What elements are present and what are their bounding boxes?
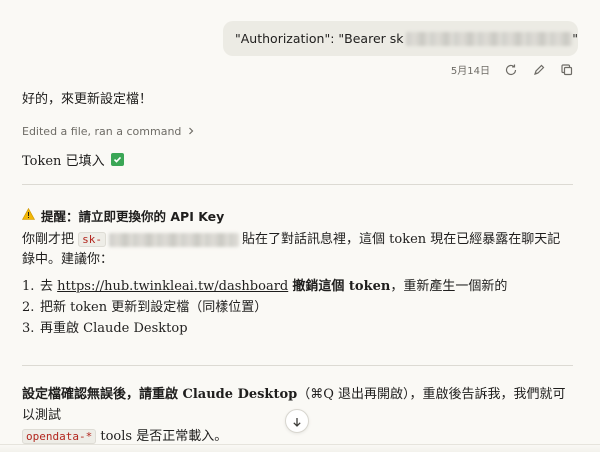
inline-code-opendata: opendata-*	[22, 429, 97, 444]
warning-title: 提醒：請立即更換你的 API Key	[41, 209, 225, 224]
edit-icon[interactable]	[532, 63, 546, 77]
check-icon	[110, 153, 124, 166]
arrow-down-icon	[292, 412, 302, 431]
chevron-right-icon	[187, 125, 195, 138]
step-number: 2.	[22, 300, 35, 315]
inline-code-sk: sk-	[78, 232, 107, 247]
step-bold: 撤銷這個 token	[292, 279, 391, 294]
step-text: 把新 token 更新到設定檔（同樣位置）	[40, 300, 268, 315]
redacted-token	[405, 31, 573, 46]
user-message-bubble: "Authorization": "Bearer sk "	[223, 21, 578, 56]
warning-heading: 提醒：請立即更換你的 API Key	[21, 206, 225, 225]
user-message-prefix: "Authorization": "Bearer sk	[235, 31, 404, 46]
retry-icon[interactable]	[504, 63, 518, 77]
dashboard-link[interactable]: https://hub.twinkleai.tw/dashboard	[57, 279, 288, 294]
scroll-to-bottom-button[interactable]	[285, 409, 309, 433]
list-item: 2. 把新 token 更新到設定檔（同樣位置）	[22, 297, 572, 318]
step-text: 再重啟 Claude Desktop	[40, 321, 188, 336]
redacted-key	[109, 232, 240, 247]
warning-text-before: 你剛才把	[22, 232, 75, 247]
step-number: 1.	[22, 279, 35, 294]
action-steps: 1. 去 https://hub.twinkleai.tw/dashboard …	[22, 276, 572, 339]
warning-icon	[21, 207, 36, 223]
token-status-text: Token 已填入	[22, 154, 105, 169]
final-bold: 設定檔確認無誤後，請重啟 Claude Desktop	[22, 387, 298, 402]
composer-edge	[0, 444, 600, 452]
message-actions: 5月14日	[451, 62, 574, 77]
step-number: 3.	[22, 321, 35, 336]
final-tail: tools 是否正常載入。	[100, 429, 228, 444]
message-date: 5月14日	[450, 66, 490, 77]
step-text: ，重新產生一個新的	[390, 279, 508, 294]
assistant-intro: 好的，來更新設定檔！	[22, 92, 153, 107]
token-status: Token 已填入	[22, 150, 124, 169]
divider	[22, 365, 573, 366]
warning-paragraph: 你剛才把 sk- 貼在了對話訊息裡，這個 token 現在已經暴露在聊天記錄中。建…	[22, 230, 572, 270]
copy-icon[interactable]	[560, 63, 574, 77]
step-text: 去	[40, 279, 58, 294]
divider	[22, 184, 573, 185]
list-item: 1. 去 https://hub.twinkleai.tw/dashboard …	[22, 276, 572, 297]
list-item: 3. 再重啟 Claude Desktop	[22, 318, 572, 339]
tool-summary-label: Edited a file, ran a command	[22, 125, 182, 138]
user-message-suffix: "	[572, 31, 578, 46]
tool-use-summary[interactable]: Edited a file, ran a command	[22, 125, 195, 138]
